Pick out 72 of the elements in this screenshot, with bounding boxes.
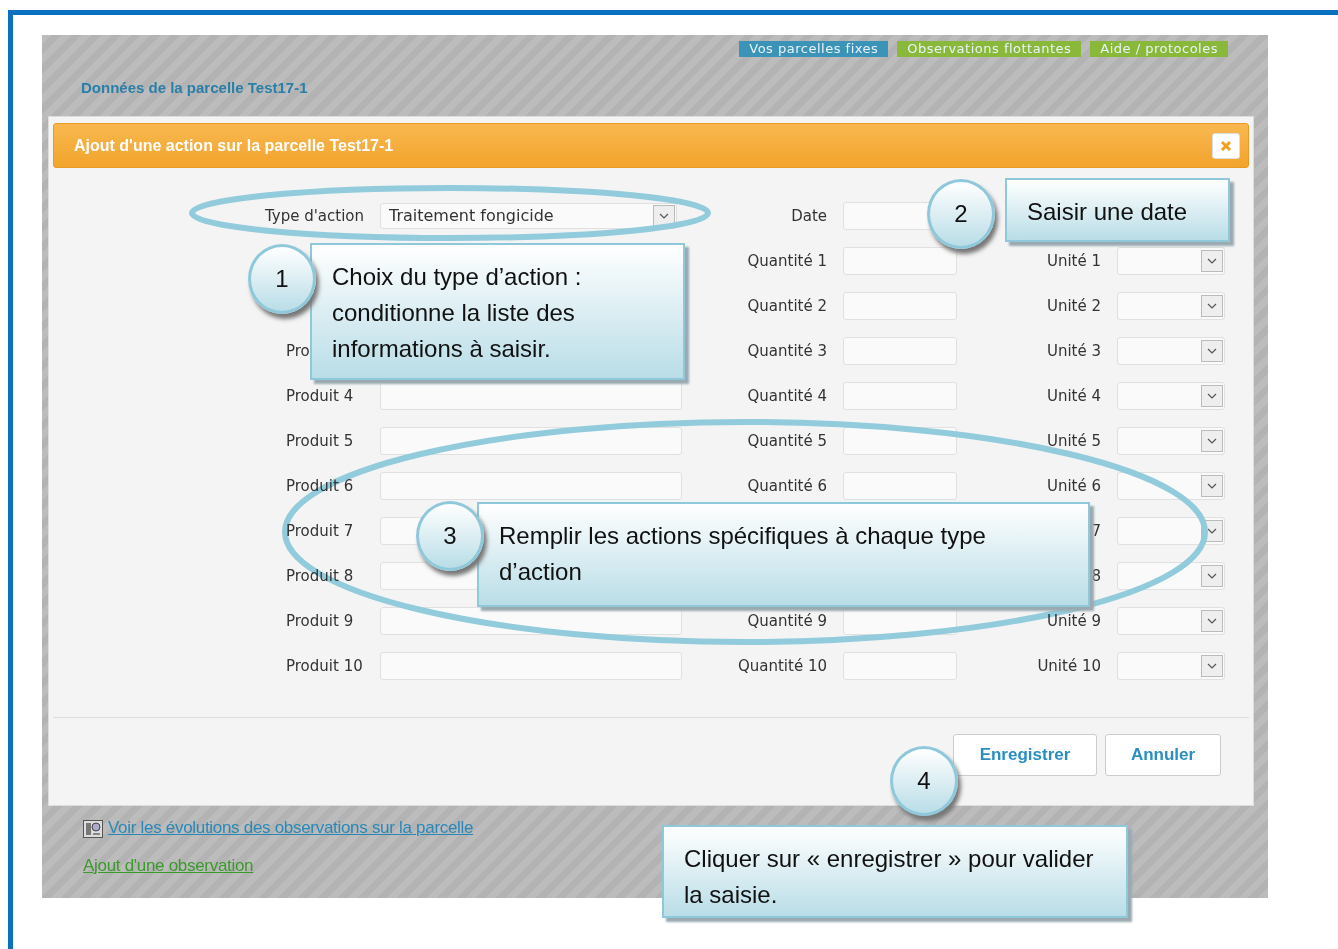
field-label: Quantité 9 (747, 611, 827, 630)
close-icon (1220, 139, 1232, 152)
link[interactable]: Ajout d'une observation (83, 856, 254, 876)
unit-select[interactable] (1117, 246, 1225, 275)
callout-text: Remplir les actions spécifiques à chaque type d’action (499, 521, 987, 587)
field-label: 8 (1091, 566, 1101, 585)
link[interactable]: Voir les évolutions des observations sur la parcelle (108, 818, 474, 838)
caret-icon (1201, 654, 1223, 677)
dialog-title: Ajout d'une action sur la parcelle Test17-1 (74, 136, 394, 155)
caret-icon (1201, 564, 1223, 587)
field-label: Produit 9 (286, 611, 355, 630)
field-label: Produit 5 (286, 431, 355, 450)
unit-select[interactable] (1117, 291, 1225, 320)
field-label: Produit 10 (286, 656, 364, 675)
nav-tab[interactable]: Vos parcelles fixes (739, 41, 889, 57)
unit-select[interactable] (1117, 426, 1225, 455)
field-label: Type d'action (263, 205, 365, 227)
unit-select[interactable] (1117, 606, 1225, 635)
field-label: Unité 9 (1046, 611, 1101, 630)
dialog-button[interactable]: Enregistrer (953, 734, 1097, 776)
product-field[interactable] (380, 471, 682, 500)
field-label: Unité 4 (1046, 386, 1101, 405)
caret-icon (1201, 474, 1223, 497)
field-label: Unité 10 (1037, 656, 1101, 675)
quantity-field[interactable] (843, 336, 957, 365)
unit-select[interactable] (1117, 381, 1225, 410)
field-label: Date (791, 206, 827, 225)
field-label: Quantité 1 (747, 251, 827, 270)
field-label: Unité 6 (1046, 476, 1101, 495)
callout-text: Cliquer sur « enregistrer » pour valider la saisie. (684, 844, 1095, 910)
chart-icon (83, 820, 103, 838)
quantity-field[interactable] (843, 381, 957, 410)
field-label: Produit 4 (286, 386, 355, 405)
caret-icon (653, 204, 675, 227)
field-label: Unité 5 (1046, 431, 1101, 450)
unit-select[interactable] (1117, 336, 1225, 365)
callout-text: Saisir une date (1027, 197, 1189, 227)
product-field[interactable] (380, 561, 478, 590)
caret-icon (1201, 609, 1223, 632)
dialog-button[interactable]: Annuler (1105, 734, 1221, 776)
unit-select[interactable] (1117, 516, 1225, 545)
close-button[interactable] (1212, 132, 1240, 159)
nav-tab[interactable]: Aide / protocoles (1090, 41, 1228, 57)
field-label: 7 (1091, 521, 1101, 540)
caret-icon (1201, 339, 1223, 362)
product-field[interactable] (380, 651, 682, 680)
field-label: Unité 2 (1046, 296, 1101, 315)
unit-select[interactable] (1117, 651, 1225, 680)
field-label: Unité 3 (1046, 341, 1101, 360)
field-label: Quantité 4 (747, 386, 827, 405)
field-label: Quantité 6 (747, 476, 827, 495)
field-label: Produit 7 (286, 521, 355, 540)
quantity-field[interactable] (843, 471, 957, 500)
field-label: Quantité 2 (747, 296, 827, 315)
field-label: Produit 8 (286, 566, 355, 585)
field-label: Quantité 10 (737, 656, 827, 675)
field-label: Unité 1 (1046, 251, 1101, 270)
quantity-field[interactable] (843, 291, 957, 320)
caret-icon (1201, 384, 1223, 407)
field-label: Quantité 5 (747, 431, 827, 450)
action-type-select[interactable]: Traitement fongicide (380, 202, 677, 229)
caret-icon (1201, 429, 1223, 452)
caret-icon (1201, 294, 1223, 317)
quantity-field[interactable] (843, 651, 957, 680)
field-label: Quantité 3 (747, 341, 827, 360)
nav-tab[interactable]: Observations flottantes (897, 41, 1082, 57)
caret-icon (1201, 249, 1223, 272)
callout-text: Choix du type d’action : conditionne la liste des informations à saisir. (332, 262, 583, 364)
product-field[interactable] (380, 381, 682, 410)
quantity-field[interactable] (843, 246, 957, 275)
field-label: Produit 6 (286, 476, 355, 495)
page-title: Données de la parcelle Test17-1 (81, 79, 309, 96)
